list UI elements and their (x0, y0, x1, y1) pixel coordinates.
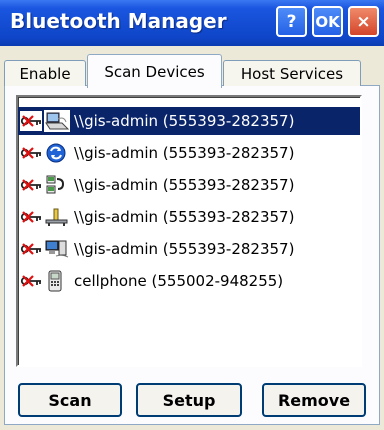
device-label: \\gis-admin (555393-282357) (74, 176, 295, 194)
setup-button[interactable]: Setup (136, 383, 242, 417)
disconnected-key-icon (20, 143, 42, 163)
disconnected-key-icon (20, 111, 42, 131)
device-row[interactable]: \\gis-admin (555393-282357) (18, 107, 360, 135)
tab-scan-devices[interactable]: Scan Devices (87, 54, 222, 88)
disconnected-key-icon (20, 239, 42, 259)
title-bar: Bluetooth Manager ? OK × (0, 0, 384, 46)
network-devices-icon (44, 174, 70, 196)
device-row[interactable]: \\gis-admin (555393-282357) (18, 235, 360, 263)
window-title: Bluetooth Manager (10, 9, 227, 33)
network-icon (44, 206, 70, 228)
tab-strip: Enable Scan Devices Host Services (4, 54, 380, 88)
remove-button[interactable]: Remove (262, 383, 366, 417)
device-label: \\gis-admin (555393-282357) (74, 144, 295, 162)
device-row[interactable]: \\gis-admin (555393-282357) (18, 203, 360, 231)
sync-icon (44, 142, 70, 164)
laptop-icon (44, 110, 70, 132)
disconnected-key-icon (20, 175, 42, 195)
ok-button[interactable]: OK (312, 6, 343, 37)
phone-icon (44, 270, 70, 292)
device-row[interactable]: cellphone (555002-948255) (18, 267, 360, 295)
tab-enable[interactable]: Enable (4, 60, 86, 86)
scan-button[interactable]: Scan (18, 383, 122, 417)
device-row[interactable]: \\gis-admin (555393-282357) (18, 171, 360, 199)
device-label: \\gis-admin (555393-282357) (74, 240, 295, 258)
computer-icon (44, 238, 70, 260)
disconnected-key-icon (20, 207, 42, 227)
disconnected-key-icon (20, 271, 42, 291)
tab-host-services[interactable]: Host Services (223, 60, 361, 86)
close-button[interactable]: × (348, 6, 379, 37)
device-label: cellphone (555002-948255) (74, 272, 284, 290)
help-button[interactable]: ? (276, 6, 307, 37)
device-label: \\gis-admin (555393-282357) (74, 208, 295, 226)
device-list[interactable]: \\gis-admin (555393-282357) \\gis-admin (… (16, 95, 362, 367)
device-label: \\gis-admin (555393-282357) (74, 112, 295, 130)
device-row[interactable]: \\gis-admin (555393-282357) (18, 139, 360, 167)
